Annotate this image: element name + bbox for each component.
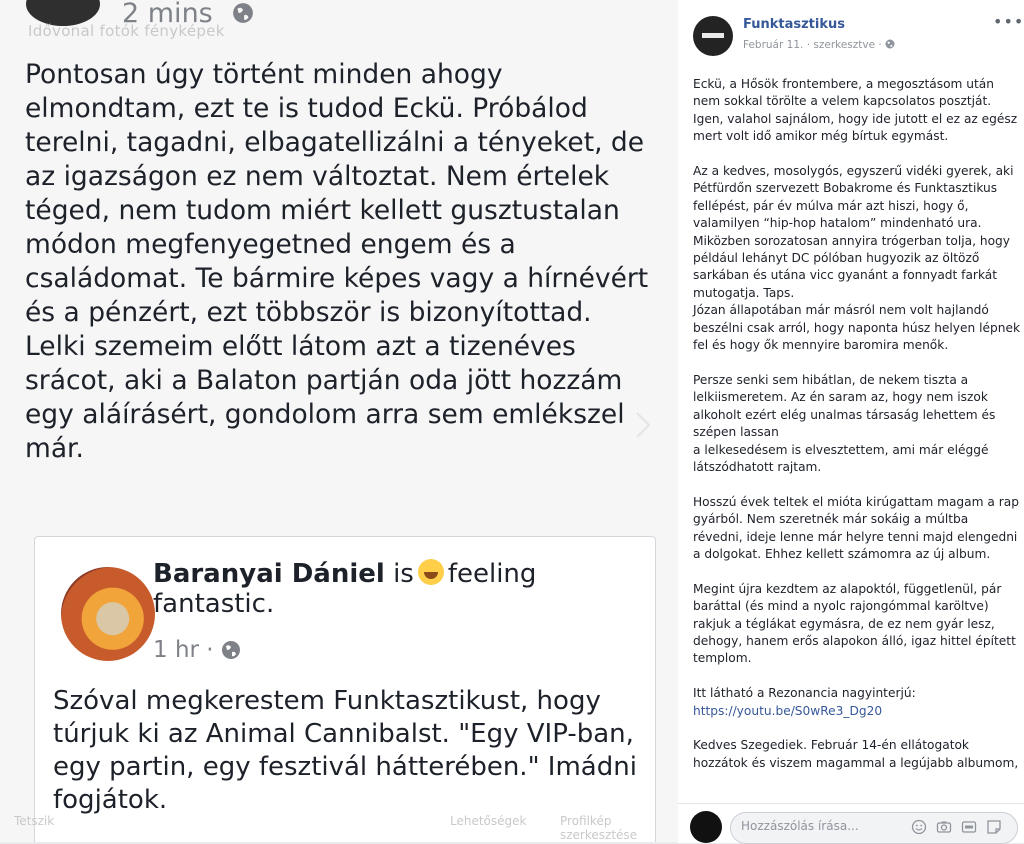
paragraph: Hosszú évek teltek el mióta kirúgattam m…	[693, 494, 1019, 561]
link-paragraph: Itt látható a Rezonancia nagyinterjú: htt…	[693, 685, 1021, 720]
globe-icon	[885, 39, 895, 49]
shared-post-text: Szóval megkerestem Funktasztikust, hogy …	[53, 686, 637, 815]
edit-action[interactable]: Profilkép szerkesztése	[560, 814, 678, 842]
globe-icon	[221, 641, 240, 659]
comment-icons	[907, 819, 1002, 839]
like-action[interactable]: Tetszik	[14, 814, 54, 828]
shared-time-label: 1 hr	[153, 637, 199, 663]
edited-label[interactable]: szerkesztve	[813, 39, 875, 51]
post-body: Eckü, a Hősök frontembere, a megosztásom…	[693, 76, 1021, 790]
shared-post-time: 1 hr ·	[153, 637, 241, 663]
next-photo-chevron-icon[interactable]	[634, 410, 652, 440]
comment-composer	[678, 803, 1024, 844]
comment-input[interactable]	[739, 818, 903, 834]
globe-icon	[233, 3, 253, 23]
options-action[interactable]: Lehetőségek	[450, 814, 526, 828]
photo-viewer: 2 mins Idővonal fotók fényképek Pontosan…	[0, 0, 678, 842]
paragraph: Kedves Szegediek. Február 14-én ellátoga…	[693, 738, 1019, 770]
viewer-avatar	[690, 811, 722, 843]
photo-bottom-actions: Tetszik Lehetőségek Profilkép szerkeszté…	[0, 806, 678, 842]
paragraph: Eckü, a Hősök frontembere, a megosztásom…	[693, 77, 1018, 144]
sticker-icon[interactable]	[986, 819, 1002, 835]
post-sidebar: Funktasztikus Február 11. · szerkesztve …	[678, 0, 1024, 844]
emoji-icon[interactable]	[911, 819, 927, 835]
paragraph: Persze senki sem hibátlan, de nekem tisz…	[693, 372, 996, 474]
post-date[interactable]: Február 11.	[743, 39, 803, 51]
ghost-caption: Idővonal fotók fényképek	[28, 22, 225, 40]
is-label: is	[393, 559, 414, 589]
link-intro: Itt látható a Rezonancia nagyinterjú:	[693, 686, 916, 701]
youtube-link[interactable]: https://youtu.be/S0wRe3_Dg20	[693, 704, 882, 718]
author-avatar[interactable]	[693, 16, 733, 56]
shared-post-card: Baranyai Dániel is feeling fantastic. 1 h…	[34, 536, 656, 842]
shared-author-avatar	[61, 567, 155, 661]
laughing-emoji-icon	[417, 559, 444, 585]
post-meta: Február 11. · szerkesztve ·	[743, 39, 895, 51]
camera-icon[interactable]	[936, 819, 952, 835]
post-text: Pontosan úgy történt minden ahogy elmond…	[25, 59, 649, 464]
shared-author-line: Baranyai Dániel is feeling fantastic.	[153, 559, 655, 619]
paragraph: Az a kedves, mosolygós, egyszerű vidéki …	[693, 164, 1021, 353]
more-options-icon[interactable]: •••	[993, 12, 1024, 31]
author-name[interactable]: Funktasztikus	[743, 17, 845, 32]
shared-author-name[interactable]: Baranyai Dániel	[153, 559, 385, 589]
gif-icon[interactable]	[961, 819, 977, 835]
comment-box[interactable]	[730, 812, 1018, 844]
paragraph: Megint újra kezdtem az alapoktól, függet…	[693, 581, 1016, 666]
